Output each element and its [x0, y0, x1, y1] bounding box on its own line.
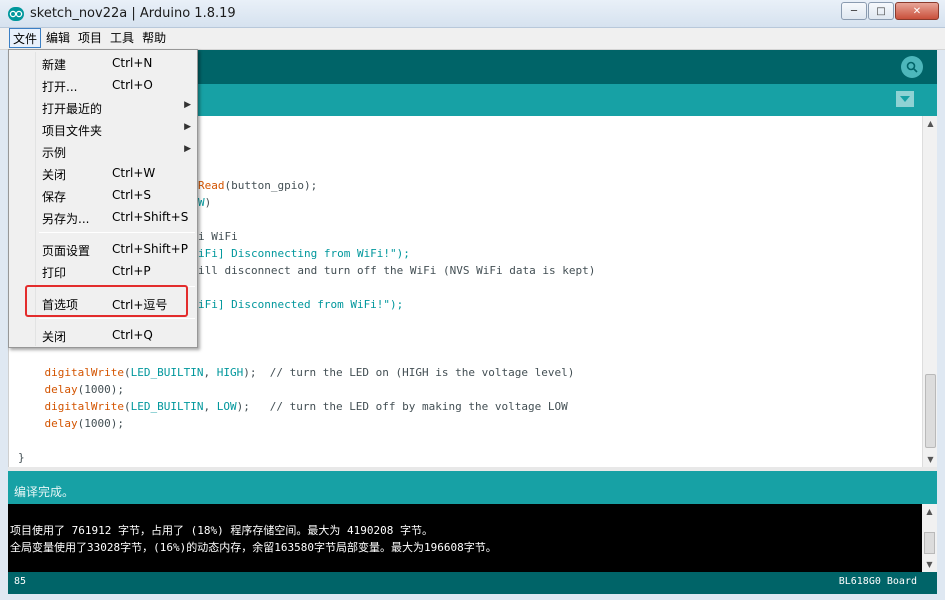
- code-line: iFi] Disconnected from WiFi!");: [198, 298, 404, 311]
- window-titlebar: sketch_nov22a | Arduino 1.8.19 ─ □ ✕: [0, 0, 945, 28]
- code-line: ill disconnect and turn off the WiFi (NV…: [198, 264, 596, 277]
- preferences-highlight-box: [25, 285, 188, 317]
- code-line: }: [18, 451, 25, 464]
- code-line: W): [198, 196, 212, 209]
- menu-sketch[interactable]: 项目: [75, 28, 105, 48]
- menu-item-shortcut: Ctrl+S: [112, 188, 152, 202]
- menu-item-label: 关闭: [42, 168, 67, 182]
- menu-item-save-as[interactable]: 另存为... Ctrl+Shift+S: [10, 206, 196, 228]
- code-line: digitalWrite(LED_BUILTIN, HIGH); // turn…: [44, 366, 575, 379]
- menu-item-sketchbook[interactable]: 项目文件夹 ▶: [10, 118, 196, 140]
- submenu-arrow-icon: ▶: [184, 144, 191, 154]
- footer-bar: 85 BL618G0 Board: [8, 572, 937, 594]
- arduino-logo-icon: [8, 7, 24, 21]
- scroll-up-arrow-icon[interactable]: ▲: [922, 504, 937, 519]
- close-button[interactable]: ✕: [895, 2, 939, 20]
- maximize-button[interactable]: □: [868, 2, 894, 20]
- scroll-down-arrow-icon[interactable]: ▼: [923, 452, 938, 467]
- menu-item-label: 页面设置: [42, 244, 91, 258]
- code-line: delay(1000);: [44, 383, 124, 396]
- menu-item-examples[interactable]: 示例 ▶: [10, 140, 196, 162]
- menu-item-label: 保存: [42, 190, 67, 204]
- code-line: iFi] Disconnecting from WiFi!");: [198, 247, 410, 260]
- code-line: digitalWrite(LED_BUILTIN, LOW); // turn …: [44, 400, 568, 413]
- scrollbar-thumb[interactable]: [924, 532, 935, 554]
- menu-item-open[interactable]: 打开... Ctrl+O: [10, 74, 196, 96]
- submenu-arrow-icon: ▶: [184, 100, 191, 110]
- menu-item-print[interactable]: 打印 Ctrl+P: [10, 260, 196, 282]
- menu-item-open-recent[interactable]: 打开最近的 ▶: [10, 96, 196, 118]
- window-controls: ─ □ ✕: [841, 2, 939, 20]
- menu-item-shortcut: Ctrl+O: [112, 78, 153, 92]
- serial-monitor-button[interactable]: [901, 56, 923, 78]
- menu-item-label: 打开最近的: [42, 102, 103, 116]
- submenu-arrow-icon: ▶: [184, 122, 191, 132]
- board-name: BL618G0 Board: [838, 576, 917, 587]
- menu-item-shortcut: Ctrl+Shift+P: [112, 242, 188, 256]
- menu-item-shortcut: Ctrl+W: [112, 166, 156, 180]
- menu-item-quit[interactable]: 关闭 Ctrl+Q: [10, 324, 196, 346]
- status-bar: 编译完成。: [8, 471, 937, 504]
- menu-tools[interactable]: 工具: [107, 28, 137, 48]
- console-scrollbar[interactable]: ▲ ▼: [922, 504, 937, 572]
- menu-help[interactable]: 帮助: [139, 28, 169, 48]
- window-title: sketch_nov22a | Arduino 1.8.19: [30, 6, 236, 21]
- menu-edit[interactable]: 编辑: [43, 28, 73, 48]
- menu-item-label: 关闭: [42, 330, 67, 344]
- console-line: 项目使用了 761912 字节，占用了 (18%) 程序存储空间。最大为 419…: [10, 524, 433, 537]
- menu-item-label: 打印: [42, 266, 67, 280]
- menu-item-save[interactable]: 保存 Ctrl+S: [10, 184, 196, 206]
- menu-item-label: 示例: [42, 146, 67, 160]
- menu-separator: [39, 318, 195, 319]
- menu-item-close[interactable]: 关闭 Ctrl+W: [10, 162, 196, 184]
- menu-file[interactable]: 文件: [9, 28, 42, 48]
- line-number: 85: [14, 576, 27, 587]
- console-output[interactable]: 项目使用了 761912 字节，占用了 (18%) 程序存储空间。最大为 419…: [8, 504, 937, 572]
- menu-item-page-setup[interactable]: 页面设置 Ctrl+Shift+P: [10, 238, 196, 260]
- code-line: delay(1000);: [44, 417, 124, 430]
- chevron-down-icon: [900, 96, 910, 102]
- menu-separator: [39, 232, 195, 233]
- menu-item-shortcut: Ctrl+N: [112, 56, 153, 70]
- menubar: 文件 编辑 项目 工具 帮助: [0, 28, 945, 50]
- code-line: Read(button_gpio);: [198, 177, 317, 194]
- menu-item-label: 新建: [42, 58, 67, 72]
- menu-item-new[interactable]: 新建 Ctrl+N: [10, 52, 196, 74]
- status-message: 编译完成。: [14, 485, 75, 499]
- menu-item-label: 打开...: [42, 80, 78, 94]
- menu-item-label: 项目文件夹: [42, 124, 103, 138]
- serial-monitor-icon: [906, 61, 918, 73]
- scrollbar-thumb[interactable]: [925, 374, 936, 448]
- menu-item-shortcut: Ctrl+P: [112, 264, 151, 278]
- tab-menu-button[interactable]: [896, 91, 914, 107]
- minimize-button[interactable]: ─: [841, 2, 867, 20]
- menu-item-shortcut: Ctrl+Shift+S: [112, 210, 189, 224]
- code-token: (button_gpio);: [224, 179, 318, 192]
- scroll-up-arrow-icon[interactable]: ▲: [923, 116, 938, 131]
- scroll-down-arrow-icon[interactable]: ▼: [922, 557, 937, 572]
- menu-item-label: 另存为...: [42, 212, 90, 226]
- code-token: Read: [198, 179, 225, 192]
- editor-scrollbar[interactable]: ▲ ▼: [922, 116, 937, 467]
- code-line: i WiFi: [198, 230, 238, 243]
- console-line: 全局变量使用了33028字节，(16%)的动态内存，余留163580字节局部变量…: [10, 541, 497, 554]
- menu-item-shortcut: Ctrl+Q: [112, 328, 153, 342]
